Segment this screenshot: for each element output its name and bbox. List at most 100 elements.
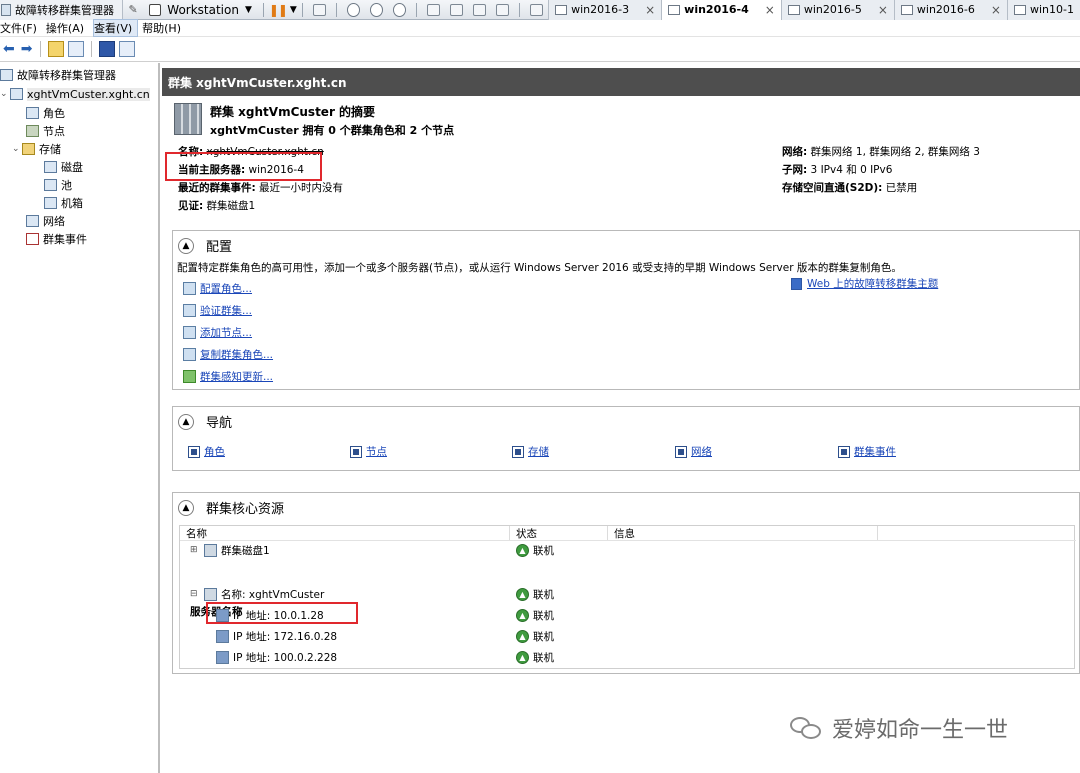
collapse-icon[interactable]: ▲ [178, 413, 194, 430]
main-pane: 群集 xghtVmCuster.xght.cn 群集 xghtVmCuster … [162, 63, 1080, 773]
unity-icon[interactable] [496, 3, 510, 16]
close-icon[interactable]: × [765, 3, 775, 17]
tree-storage[interactable]: ⌄ 存储 [12, 140, 61, 158]
tree-disks[interactable]: 磁盘 [44, 158, 83, 176]
link-label: 验证群集... [200, 305, 253, 317]
web-topics-link[interactable]: Web 上的故障转移群集主题 [791, 276, 938, 291]
core-resources-panel: ▲ 群集核心资源 名称 状态 信息 ⊞ 群集磁盘1 ▲ 联机 服务器名称 ⊟ 名… [172, 492, 1080, 674]
status-text: 联机 [533, 588, 554, 601]
collapse-tree-icon[interactable]: ⊟ [190, 589, 204, 599]
thumbnail-icon[interactable] [449, 3, 463, 16]
link-label: 群集事件 [854, 446, 896, 458]
close-icon[interactable]: × [878, 3, 888, 17]
summary-subtitle: xghtVmCuster 拥有 0 个群集角色和 2 个节点 [210, 124, 455, 137]
vm-tab-win2016-5[interactable]: win2016-5 × [780, 0, 894, 20]
divider [262, 2, 264, 17]
tree-cluster[interactable]: ⌄ xghtVmCuster.xght.cn [0, 85, 150, 103]
vm-tab-win2016-6[interactable]: win2016-6 × [893, 0, 1007, 20]
configure-role-link[interactable]: 配置角色... [183, 281, 252, 296]
link-label: 节点 [366, 446, 387, 458]
nav-roles-link[interactable]: 角色 [188, 444, 225, 459]
app-title-tab[interactable]: 故障转移群集管理器 [0, 0, 123, 20]
vm-tab-win2016-4[interactable]: win2016-4 × [661, 0, 781, 20]
link-label: 配置角色... [200, 283, 253, 295]
column-header-info[interactable]: 信息 [608, 526, 878, 540]
vm-tab-win2016-3[interactable]: win2016-3 × [548, 0, 662, 20]
snapshot-icon[interactable] [346, 2, 360, 17]
tree-nodes[interactable]: 节点 [26, 122, 65, 140]
vm-icon [555, 4, 568, 15]
snapshot-manager-icon[interactable] [392, 2, 406, 17]
validate-cluster-link[interactable]: 验证群集... [183, 303, 252, 318]
cluster-manager-icon [1, 3, 11, 16]
action-pane-icon[interactable] [119, 41, 136, 57]
chevron-down-icon[interactable]: ▼ [290, 5, 297, 15]
online-arrow-icon: ▲ [516, 629, 529, 643]
fullscreen-icon[interactable] [472, 3, 487, 16]
tree-roles[interactable]: 角色 [26, 104, 65, 122]
info-value: 已禁用 [885, 182, 918, 194]
highlight-box [165, 152, 322, 181]
nav-networks-link[interactable]: 网络 [675, 444, 712, 459]
table-row[interactable]: IP 地址: 172.16.0.28 [216, 627, 337, 645]
link-label: 存储 [528, 446, 549, 458]
column-header-name[interactable]: 名称 [180, 526, 510, 540]
console-view-icon[interactable] [530, 3, 544, 16]
column-header-status[interactable]: 状态 [510, 526, 608, 540]
table-row[interactable]: ⊟ 名称: xghtVmCuster [190, 585, 324, 603]
vm-tab-win10-1[interactable]: win10-1 [1006, 0, 1080, 20]
close-icon[interactable]: × [645, 3, 655, 17]
back-icon[interactable]: ⬅ [3, 41, 15, 57]
chevron-down-icon[interactable]: ⌄ [0, 89, 10, 99]
tree-events[interactable]: 群集事件 [26, 230, 87, 248]
nav-storage-link[interactable]: 存储 [512, 444, 549, 459]
resource-name: 群集磁盘1 [221, 544, 270, 557]
link-label: Web 上的故障转移群集主题 [807, 278, 939, 290]
collapse-icon[interactable]: ▲ [178, 237, 194, 254]
menu-help[interactable]: 帮助(H) [142, 20, 186, 36]
revert-snapshot-icon[interactable] [369, 2, 383, 17]
config-header[interactable]: ▲ 配置 [178, 236, 232, 255]
library-icon[interactable] [426, 3, 440, 16]
send-keys-icon[interactable] [312, 3, 326, 16]
table-row[interactable]: IP 地址: 100.0.2.228 [216, 648, 337, 666]
menu-file[interactable]: 文件(F) [0, 20, 42, 36]
chevron-down-icon[interactable]: ⌄ [12, 144, 22, 154]
up-folder-icon[interactable] [48, 41, 65, 57]
add-node-link[interactable]: 添加节点... [183, 325, 252, 340]
status-badge: ▲ 联机 [516, 606, 554, 624]
tree-networks[interactable]: 网络 [26, 212, 65, 230]
close-icon[interactable]: × [991, 3, 1001, 17]
link-label: 复制群集角色... [200, 349, 274, 361]
core-resources-header[interactable]: ▲ 群集核心资源 [178, 498, 284, 517]
collapse-icon[interactable]: ▲ [178, 499, 194, 516]
nav-events-link[interactable]: 群集事件 [838, 444, 896, 459]
navigate-header[interactable]: ▲ 导航 [178, 412, 232, 431]
cluster-aware-update-link[interactable]: 群集感知更新... [183, 369, 273, 384]
wechat-icon [790, 715, 824, 741]
expand-icon[interactable]: ⊞ [190, 545, 204, 555]
watermark: 爱婷如命一生一世 [790, 712, 1008, 744]
cluster-manager-icon [0, 69, 13, 81]
help-icon[interactable] [99, 41, 116, 57]
shortcut-icon [188, 445, 200, 458]
disk-icon [44, 161, 57, 173]
pause-icon[interactable]: ❚❚ [269, 3, 288, 17]
tree-enclosures[interactable]: 机箱 [44, 194, 83, 212]
info-label: 存储空间直通(S2D): [782, 182, 883, 194]
workstation-menu[interactable]: Workstation ▼ [143, 3, 258, 17]
menu-action[interactable]: 操作(A) [46, 20, 89, 36]
pin-icon[interactable]: ✎ [123, 3, 143, 16]
shortcut-icon [350, 445, 362, 458]
tree-pools[interactable]: 池 [44, 176, 72, 194]
nav-nodes-link[interactable]: 节点 [350, 444, 387, 459]
copy-roles-link[interactable]: 复制群集角色... [183, 347, 273, 362]
show-tree-icon[interactable] [68, 41, 85, 57]
menu-view[interactable]: 查看(V) [93, 19, 139, 37]
vm-tab-label: win10-1 [1029, 3, 1074, 16]
tree-root[interactable]: 故障转移群集管理器 [0, 66, 116, 84]
vm-tab-label: win2016-4 [684, 3, 749, 16]
divider [301, 2, 303, 17]
forward-icon[interactable]: ➡ [21, 41, 33, 57]
table-row[interactable]: ⊞ 群集磁盘1 [190, 541, 270, 559]
